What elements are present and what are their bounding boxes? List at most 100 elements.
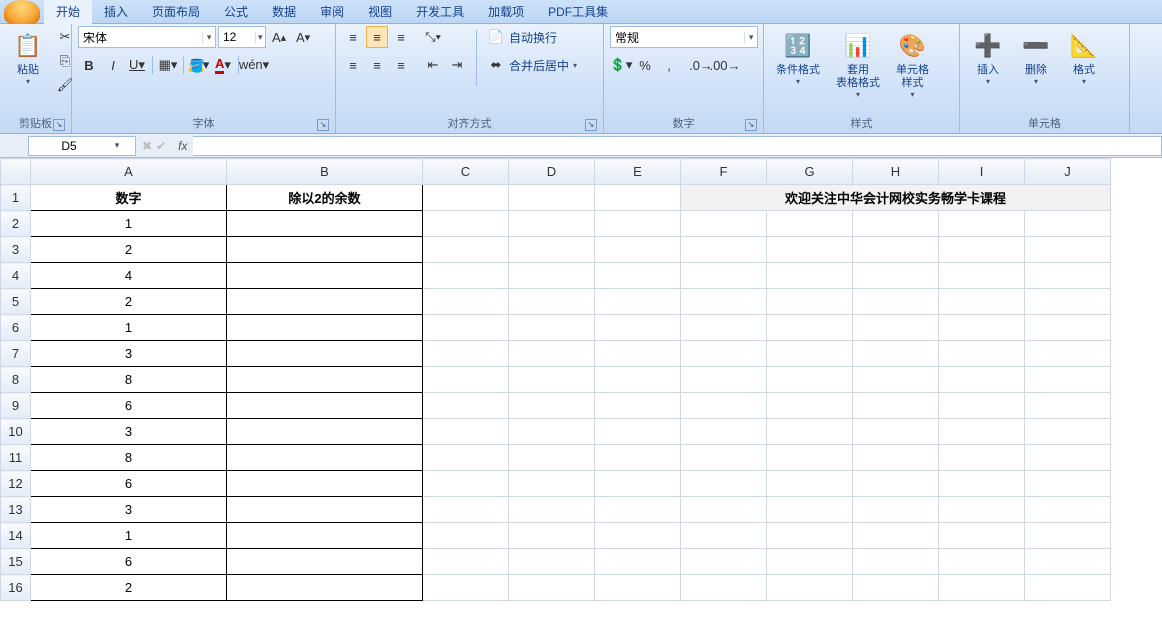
cell-I12[interactable] [939, 471, 1025, 497]
cell-I13[interactable] [939, 497, 1025, 523]
cell-E14[interactable] [595, 523, 681, 549]
align-left-button[interactable]: ≡ [342, 54, 364, 76]
row-header-6[interactable]: 6 [1, 315, 31, 341]
comma-button[interactable]: , [658, 54, 680, 76]
tab-6[interactable]: 视图 [356, 0, 404, 24]
cell-E13[interactable] [595, 497, 681, 523]
cell-styles-button[interactable]: 🎨单元格 样式▾ [890, 26, 935, 103]
cell-D12[interactable] [509, 471, 595, 497]
cell-F16[interactable] [681, 575, 767, 601]
cell-A11[interactable]: 8 [31, 445, 227, 471]
cell-B1[interactable]: 除以2的余数 [227, 185, 423, 211]
font-name-input[interactable] [79, 30, 202, 44]
align-top-button[interactable]: ≡ [342, 26, 364, 48]
cell-D9[interactable] [509, 393, 595, 419]
cell-J3[interactable] [1025, 237, 1111, 263]
cell-B15[interactable] [227, 549, 423, 575]
cell-E12[interactable] [595, 471, 681, 497]
cell-G11[interactable] [767, 445, 853, 471]
dialog-launcher-icon[interactable]: ↘ [745, 119, 757, 131]
bold-button[interactable]: B [78, 54, 100, 76]
cell-F7[interactable] [681, 341, 767, 367]
cell-I2[interactable] [939, 211, 1025, 237]
select-all-corner[interactable] [1, 159, 31, 185]
enter-formula-button[interactable]: ✔ [156, 139, 166, 153]
cell-D15[interactable] [509, 549, 595, 575]
cell-E10[interactable] [595, 419, 681, 445]
cell-H5[interactable] [853, 289, 939, 315]
tab-4[interactable]: 数据 [260, 0, 308, 24]
cell-G4[interactable] [767, 263, 853, 289]
column-header-E[interactable]: E [595, 159, 681, 185]
cell-A3[interactable]: 2 [31, 237, 227, 263]
cell-G7[interactable] [767, 341, 853, 367]
formula-input[interactable] [193, 136, 1162, 156]
row-header-7[interactable]: 7 [1, 341, 31, 367]
cell-F13[interactable] [681, 497, 767, 523]
font-color-button[interactable]: A▾ [212, 54, 234, 76]
cell-G3[interactable] [767, 237, 853, 263]
tab-5[interactable]: 审阅 [308, 0, 356, 24]
cell-J10[interactable] [1025, 419, 1111, 445]
cell-J11[interactable] [1025, 445, 1111, 471]
cell-D13[interactable] [509, 497, 595, 523]
cell-I9[interactable] [939, 393, 1025, 419]
increase-indent-button[interactable]: ⇥ [446, 54, 468, 76]
cell-G12[interactable] [767, 471, 853, 497]
cell-F1[interactable]: 欢迎关注中华会计网校实务畅学卡课程 [681, 185, 1111, 211]
cell-A5[interactable]: 2 [31, 289, 227, 315]
tab-9[interactable]: PDF工具集 [536, 0, 620, 24]
tab-8[interactable]: 加载项 [476, 0, 536, 24]
cell-A2[interactable]: 1 [31, 211, 227, 237]
cell-G5[interactable] [767, 289, 853, 315]
cell-E11[interactable] [595, 445, 681, 471]
cell-E9[interactable] [595, 393, 681, 419]
cell-H15[interactable] [853, 549, 939, 575]
column-header-D[interactable]: D [509, 159, 595, 185]
cell-H16[interactable] [853, 575, 939, 601]
cell-A10[interactable]: 3 [31, 419, 227, 445]
dialog-launcher-icon[interactable]: ↘ [53, 119, 65, 131]
underline-button[interactable]: U▾ [126, 54, 148, 76]
insert-cells-button[interactable]: ➕插入▾ [966, 26, 1010, 90]
cell-D5[interactable] [509, 289, 595, 315]
cell-C6[interactable] [423, 315, 509, 341]
cell-J5[interactable] [1025, 289, 1111, 315]
column-header-B[interactable]: B [227, 159, 423, 185]
row-header-12[interactable]: 12 [1, 471, 31, 497]
cell-E16[interactable] [595, 575, 681, 601]
cell-G2[interactable] [767, 211, 853, 237]
cancel-formula-button[interactable]: ✖ [142, 139, 152, 153]
cell-D10[interactable] [509, 419, 595, 445]
cell-D7[interactable] [509, 341, 595, 367]
cell-G14[interactable] [767, 523, 853, 549]
dialog-launcher-icon[interactable]: ↘ [317, 119, 329, 131]
number-format-combo[interactable]: ▾ [610, 26, 758, 48]
cell-H13[interactable] [853, 497, 939, 523]
cell-I5[interactable] [939, 289, 1025, 315]
office-button[interactable] [4, 0, 40, 24]
cell-G10[interactable] [767, 419, 853, 445]
column-header-G[interactable]: G [767, 159, 853, 185]
cell-A6[interactable]: 1 [31, 315, 227, 341]
cell-B3[interactable] [227, 237, 423, 263]
cell-I15[interactable] [939, 549, 1025, 575]
orientation-button[interactable]: ⤡▾ [422, 26, 444, 48]
tab-3[interactable]: 公式 [212, 0, 260, 24]
cell-D8[interactable] [509, 367, 595, 393]
font-size-input[interactable] [219, 30, 255, 44]
cell-F10[interactable] [681, 419, 767, 445]
chevron-down-icon[interactable]: ▾ [744, 32, 757, 43]
conditional-format-button[interactable]: 🔢条件格式▾ [770, 26, 826, 90]
cell-D16[interactable] [509, 575, 595, 601]
cell-C11[interactable] [423, 445, 509, 471]
align-center-button[interactable]: ≡ [366, 54, 388, 76]
cell-D1[interactable] [509, 185, 595, 211]
row-header-9[interactable]: 9 [1, 393, 31, 419]
cell-B6[interactable] [227, 315, 423, 341]
cell-E6[interactable] [595, 315, 681, 341]
fill-color-button[interactable]: 🪣▾ [188, 54, 210, 76]
row-header-16[interactable]: 16 [1, 575, 31, 601]
cell-D14[interactable] [509, 523, 595, 549]
column-header-H[interactable]: H [853, 159, 939, 185]
